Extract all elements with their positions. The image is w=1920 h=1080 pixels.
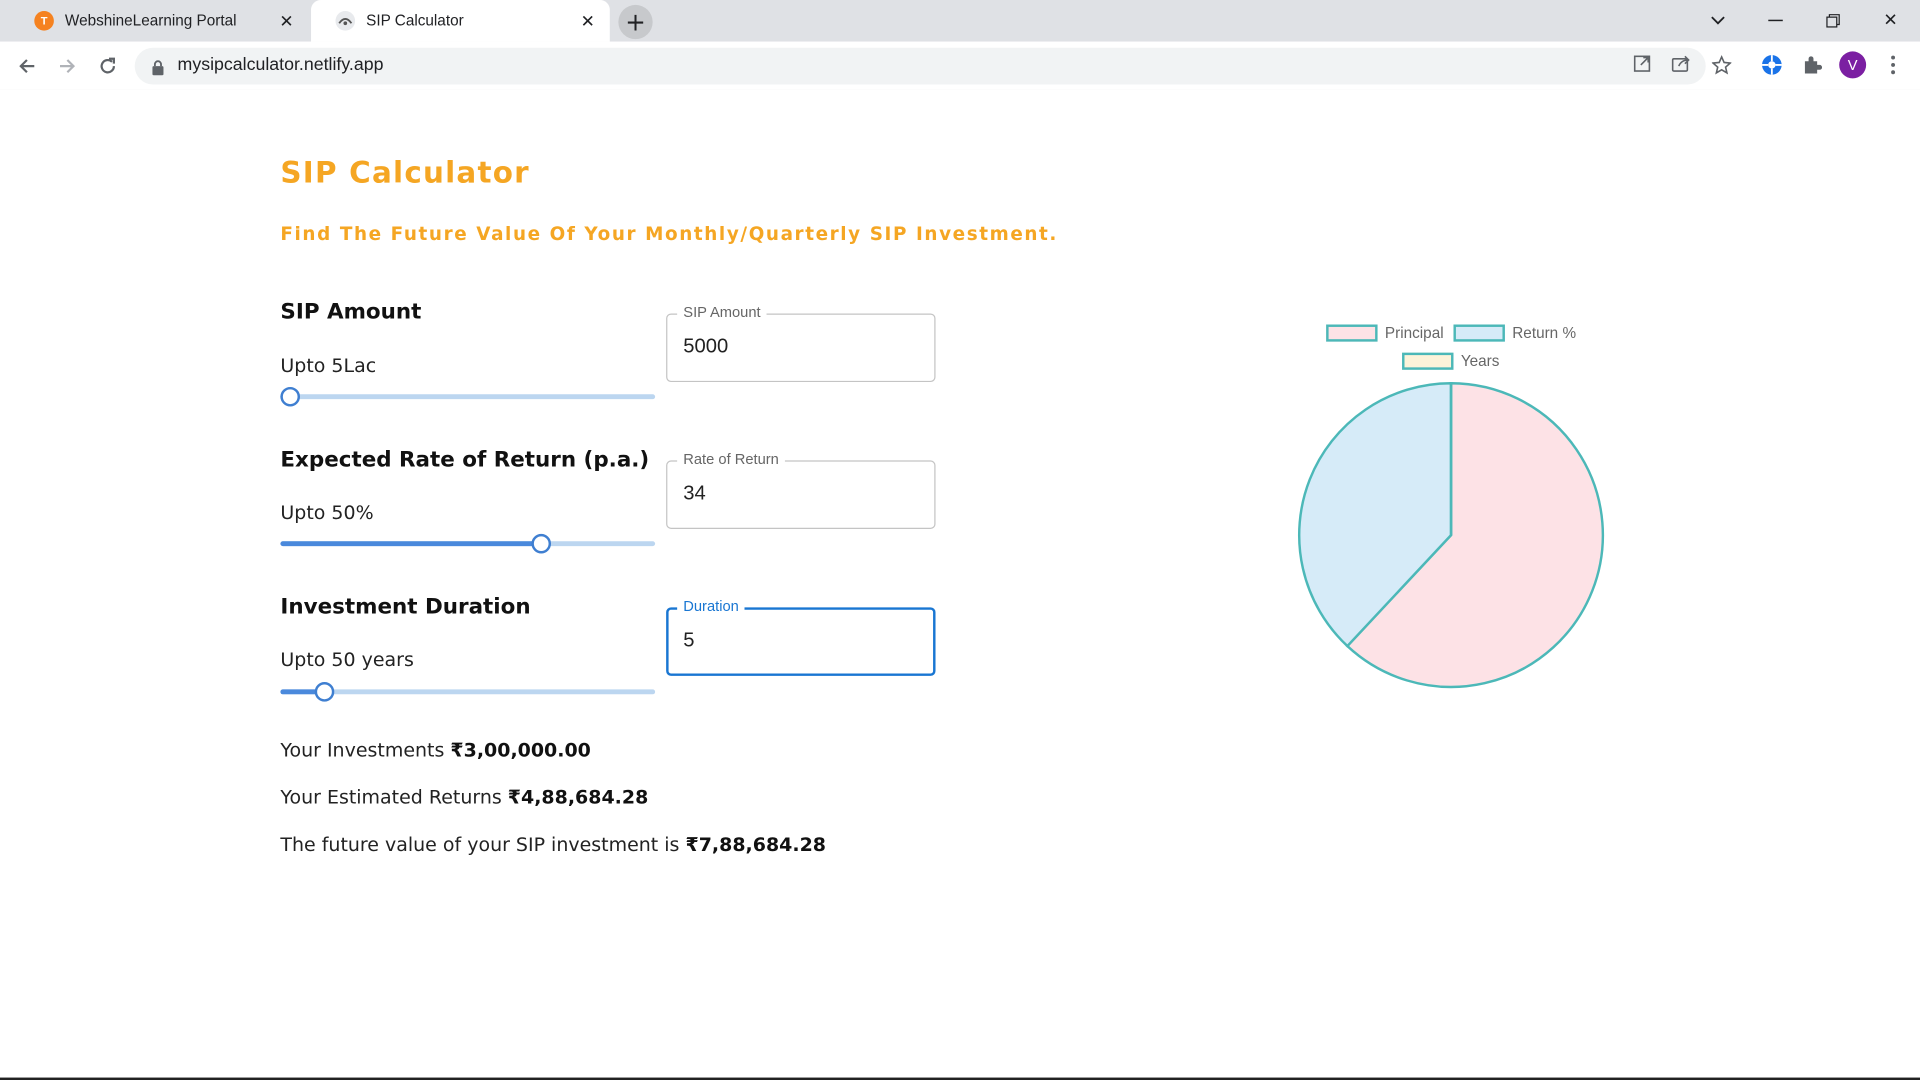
field-value[interactable]: 34 bbox=[683, 482, 705, 505]
field-value[interactable]: 5000 bbox=[683, 336, 728, 359]
close-tab-icon[interactable]: ✕ bbox=[277, 11, 297, 31]
tab-search-chevron-icon[interactable] bbox=[1690, 0, 1746, 42]
rate-of-return-slider[interactable] bbox=[280, 533, 656, 554]
returns-value: ₹4,88,684.28 bbox=[507, 786, 649, 809]
future-value-result: The future value of your SIP investment … bbox=[280, 834, 826, 856]
slider-thumb[interactable] bbox=[531, 533, 552, 554]
slider-thumb[interactable] bbox=[314, 682, 334, 702]
tab-title: WebshineLearning Portal bbox=[64, 12, 237, 30]
profile-avatar[interactable]: V bbox=[1839, 51, 1867, 79]
restore-icon[interactable] bbox=[1805, 0, 1861, 42]
tab-strip: T WebshineLearning Portal ✕ SIP Calculat… bbox=[0, 0, 1920, 42]
returns-label: Your Estimated Returns bbox=[280, 786, 502, 809]
close-window-icon[interactable]: ✕ bbox=[1862, 0, 1918, 42]
future-value-label: The future value of your SIP investment … bbox=[280, 833, 680, 856]
extensions-puzzle-icon[interactable] bbox=[1799, 51, 1826, 78]
sip-amount-heading: SIP Amount bbox=[280, 300, 422, 325]
legend-return[interactable]: Return % bbox=[1453, 324, 1577, 342]
legend-swatch bbox=[1402, 352, 1454, 370]
investments-result: Your Investments ₹3,00,000.00 bbox=[280, 740, 590, 762]
minimize-icon[interactable] bbox=[1747, 0, 1803, 42]
url-text: mysipcalculator.netlify.app bbox=[177, 55, 384, 75]
new-tab-button[interactable]: + bbox=[618, 4, 653, 40]
share-icon[interactable] bbox=[1670, 55, 1692, 77]
extension-icon[interactable] bbox=[1758, 51, 1785, 78]
rate-of-return-field[interactable]: Rate of Return 34 bbox=[666, 450, 936, 529]
investment-duration-slider[interactable] bbox=[280, 682, 656, 702]
sip-amount-field[interactable]: SIP Amount 5000 bbox=[666, 303, 936, 383]
legend-label: Principal bbox=[1384, 324, 1444, 342]
close-tab-icon[interactable]: ✕ bbox=[578, 11, 598, 31]
back-arrow-icon[interactable] bbox=[10, 49, 44, 83]
sip-amount-limit: Upto 5Lac bbox=[280, 355, 377, 378]
field-label: Rate of Return bbox=[677, 450, 785, 468]
reload-icon[interactable] bbox=[91, 49, 125, 83]
legend-swatch bbox=[1453, 324, 1505, 342]
returns-result: Your Estimated Returns ₹4,88,684.28 bbox=[280, 786, 648, 808]
field-label: SIP Amount bbox=[677, 303, 767, 321]
rate-of-return-heading: Expected Rate of Return (p.a.) bbox=[280, 448, 650, 473]
investment-duration-limit: Upto 50 years bbox=[280, 648, 414, 672]
investment-duration-heading: Investment Duration bbox=[280, 595, 531, 620]
forward-arrow-icon[interactable] bbox=[50, 49, 84, 83]
legend-swatch bbox=[1326, 324, 1378, 342]
legend-years[interactable]: Years bbox=[1402, 352, 1500, 370]
future-value-amount: ₹7,88,684.28 bbox=[685, 833, 826, 856]
pie-chart[interactable] bbox=[1292, 376, 1610, 694]
field-value[interactable]: 5 bbox=[683, 629, 694, 652]
browser-toolbar: mysipcalculator.netlify.app V bbox=[0, 41, 1920, 91]
slider-thumb[interactable] bbox=[280, 386, 301, 407]
page-subtitle: Find The Future Value Of Your Monthly/Qu… bbox=[280, 222, 1059, 245]
legend-label: Return % bbox=[1512, 324, 1577, 342]
duration-field[interactable]: Duration 5 bbox=[666, 597, 936, 676]
lock-icon[interactable] bbox=[152, 58, 164, 81]
menu-kebab-icon[interactable] bbox=[1880, 51, 1907, 78]
sip-amount-slider[interactable] bbox=[280, 386, 656, 407]
page-title: SIP Calculator bbox=[280, 155, 530, 190]
tab-sip-calculator[interactable]: SIP Calculator ✕ bbox=[311, 0, 610, 42]
page-content: SIP Calculator Find The Future Value Of … bbox=[0, 89, 1920, 1080]
field-label: Duration bbox=[677, 597, 745, 615]
tab-title: SIP Calculator bbox=[366, 12, 464, 30]
investments-label: Your Investments bbox=[280, 739, 445, 762]
slider-fill bbox=[280, 541, 536, 547]
investments-value: ₹3,00,000.00 bbox=[450, 739, 591, 762]
tab-webshine[interactable]: T WebshineLearning Portal ✕ bbox=[10, 0, 309, 42]
legend-principal[interactable]: Principal bbox=[1326, 324, 1444, 342]
sip-favicon-icon bbox=[335, 11, 356, 31]
rate-of-return-limit: Upto 50% bbox=[280, 502, 374, 525]
bookmark-star-icon[interactable] bbox=[1711, 54, 1733, 77]
address-bar[interactable]: mysipcalculator.netlify.app bbox=[134, 47, 1733, 85]
slider-fill bbox=[280, 689, 318, 695]
open-in-app-icon[interactable] bbox=[1631, 55, 1653, 77]
legend-label: Years bbox=[1460, 352, 1500, 370]
webshine-favicon-icon: T bbox=[34, 11, 54, 31]
